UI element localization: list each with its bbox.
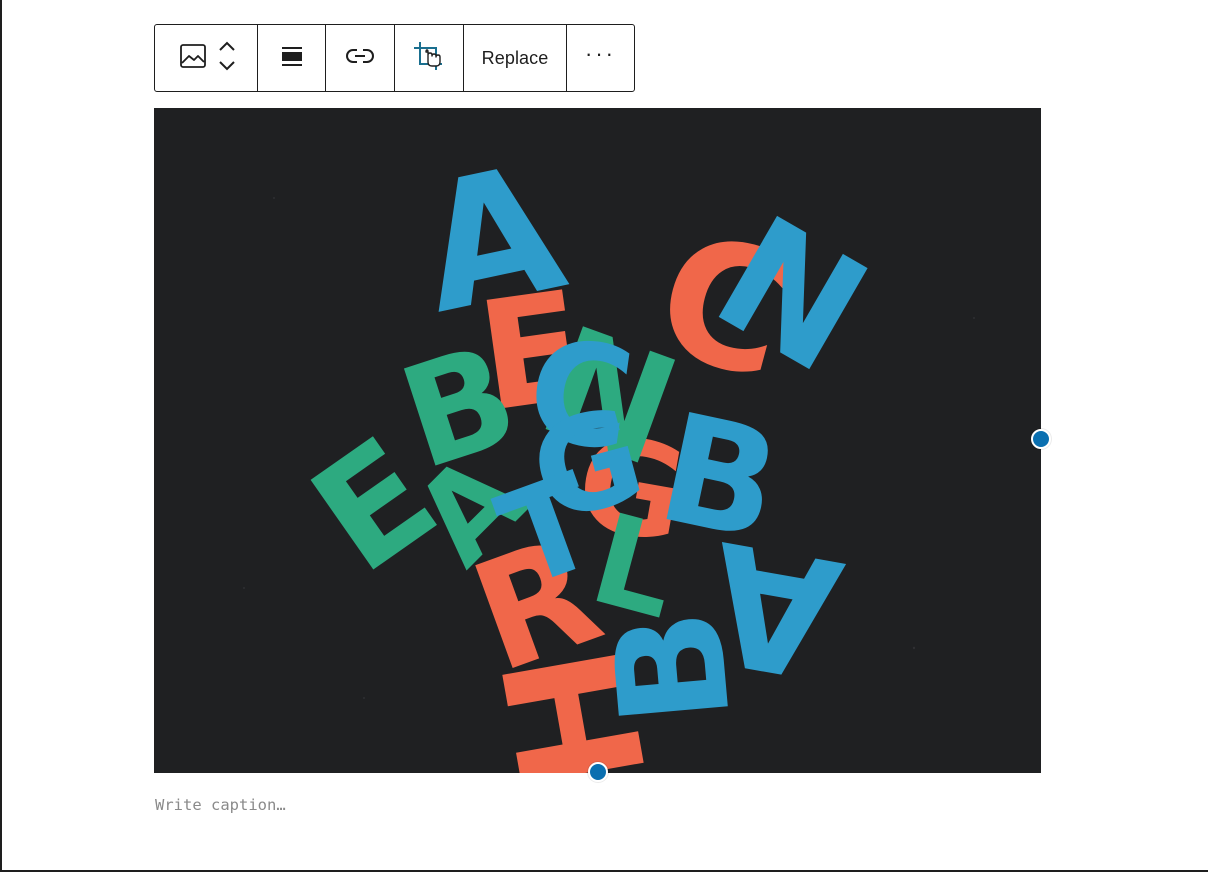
caption-input[interactable]: Write caption… xyxy=(155,794,1035,818)
align-button[interactable] xyxy=(280,44,304,73)
replace-label: Replace xyxy=(481,47,549,68)
resize-handle-right[interactable] xyxy=(1031,429,1051,449)
crop-button[interactable] xyxy=(412,40,446,77)
align-group xyxy=(258,25,326,91)
paper-letters-photo: C E R H G A N N B E C A G T L B A B xyxy=(154,108,1041,773)
crop-group xyxy=(395,25,464,91)
image-block-button[interactable] xyxy=(179,43,207,74)
more-options-button[interactable]: ··· xyxy=(585,43,616,65)
image-block[interactable]: C E R H G A N N B E C A G T L B A B xyxy=(154,108,1041,773)
move-up-button[interactable] xyxy=(217,39,237,57)
link-group xyxy=(326,25,395,91)
svg-text:B: B xyxy=(582,603,765,732)
replace-button[interactable]: Replace xyxy=(482,48,549,69)
more-options-icon: ··· xyxy=(585,41,616,66)
link-button[interactable] xyxy=(346,47,374,70)
image-icon xyxy=(179,43,207,74)
resize-handle-bottom[interactable] xyxy=(588,762,608,782)
block-type-group xyxy=(155,25,258,91)
more-group: ··· xyxy=(567,25,634,91)
crop-icon xyxy=(412,40,446,77)
align-center-icon xyxy=(280,44,304,73)
link-icon xyxy=(346,47,374,70)
chevron-up-icon xyxy=(217,39,237,57)
chevron-down-icon xyxy=(217,59,237,77)
block-mover xyxy=(217,39,237,77)
move-down-button[interactable] xyxy=(217,59,237,77)
block-toolbar: Replace ··· xyxy=(154,24,635,92)
replace-group: Replace xyxy=(464,25,567,91)
